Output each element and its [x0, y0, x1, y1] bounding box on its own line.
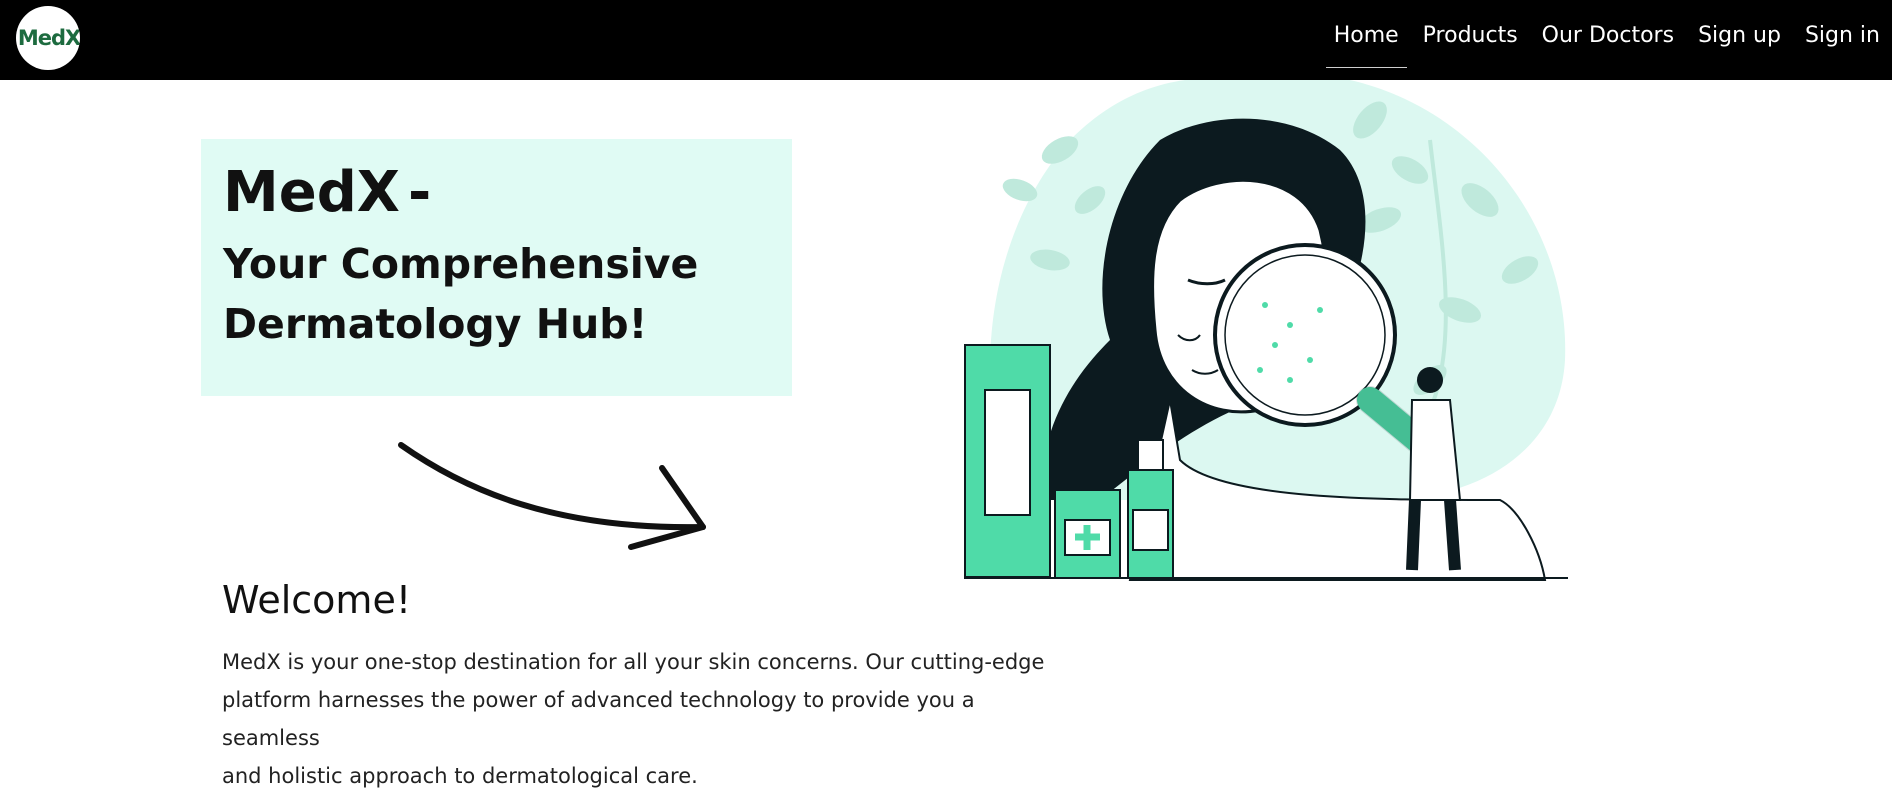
nav-sign-up[interactable]: Sign up [1686, 0, 1793, 80]
logo[interactable]: MedX [16, 6, 80, 70]
welcome-line-2: platform harnesses the power of advanced… [222, 688, 975, 750]
hero-tagline-line2: Dermatology Hub! [223, 300, 648, 348]
nav-products[interactable]: Products [1411, 0, 1530, 80]
navbar: MedX Home Products Our Doctors Sign up S… [0, 0, 1892, 80]
arrow-icon [398, 442, 706, 550]
nav-sign-in[interactable]: Sign in [1793, 0, 1892, 80]
hero-dash: - [407, 160, 432, 225]
hero-tagline-line1: Your Comprehensive [223, 240, 699, 288]
hero-tagline: Your Comprehensive Dermatology Hub! [223, 234, 783, 354]
welcome-line-3: and holistic approach to dermatological … [222, 764, 698, 788]
welcome-line-1: MedX is your one-stop destination for al… [222, 650, 1045, 674]
welcome-body: MedX is your one-stop destination for al… [222, 643, 1072, 795]
dermatology-illustration [964, 80, 1568, 581]
main-nav: Home Products Our Doctors Sign up Sign i… [1322, 0, 1892, 80]
welcome-title: Welcome! [222, 578, 412, 622]
nav-our-doctors[interactable]: Our Doctors [1530, 0, 1686, 80]
hero-brand: MedX [223, 160, 400, 225]
nav-home[interactable]: Home [1322, 0, 1411, 80]
logo-text: MedX [17, 26, 80, 50]
hero-title: MedX - [223, 160, 431, 225]
